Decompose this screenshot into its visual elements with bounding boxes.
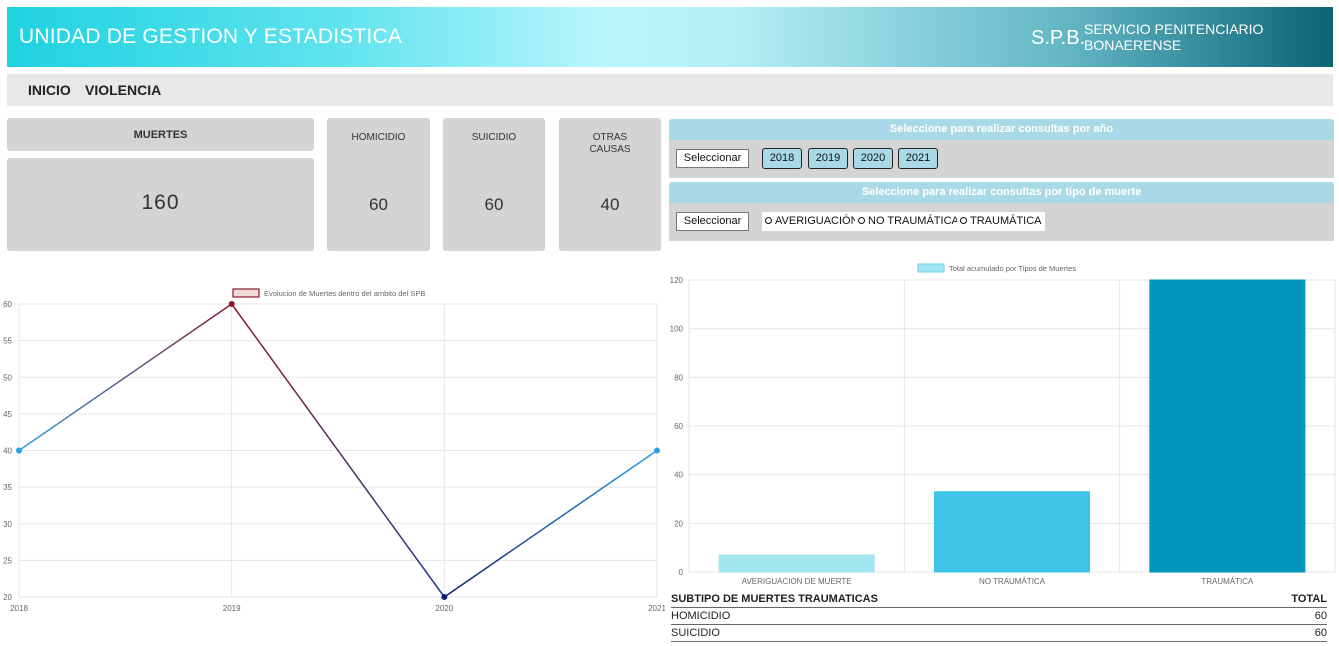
bar	[1149, 279, 1306, 573]
data-point	[16, 447, 22, 454]
bar	[933, 491, 1091, 573]
nav-item-inicio[interactable]: INICIO	[28, 82, 71, 98]
year-button-2020[interactable]: 2020	[853, 148, 893, 169]
type-filter-panel: Seleccionar AVERIGUACIÓN NO TRAUMÁTICA T…	[669, 203, 1334, 241]
x-tick-label: TRAUMÁTICA	[1201, 577, 1254, 586]
year-filter-title: Seleccione para realizar consultas por a…	[669, 119, 1334, 140]
type-select-button[interactable]: Seleccionar	[676, 212, 749, 231]
table-cell-label: SUICIDIO	[671, 627, 720, 639]
otras-causas-card: OTRAS CAUSAS 40	[559, 118, 661, 251]
x-tick-label: 2021	[648, 604, 665, 613]
table-header-row: SUBTIPO DE MUERTES TRAUMATICAS TOTAL	[671, 591, 1327, 608]
table-header-total: TOTAL	[1291, 593, 1327, 605]
x-tick-label: 2019	[223, 604, 241, 613]
year-button-2021[interactable]: 2021	[898, 148, 938, 169]
app-title: UNIDAD DE GESTION Y ESTADISTICA	[19, 25, 403, 48]
x-tick-label: NO TRAUMÁTICA	[979, 577, 1046, 586]
otras-causas-label-line1: OTRAS	[592, 132, 628, 143]
year-button-2019[interactable]: 2019	[808, 148, 848, 169]
type-radio-traumatica[interactable]: TRAUMÁTICA	[957, 212, 1045, 231]
y-tick-label: 30	[3, 520, 12, 529]
otras-causas-label-line2: CAUSAS	[589, 144, 631, 155]
radio-circle-icon	[960, 217, 967, 224]
type-radio-no-traumatica[interactable]: NO TRAUMÁTICA	[855, 212, 962, 231]
deaths-evolution-line-chart: Evolucion de Muertes dentro del ambito d…	[3, 288, 665, 613]
legend-swatch	[232, 288, 260, 298]
radio-circle-icon	[858, 217, 865, 224]
traumatic-subtype-table: SUBTIPO DE MUERTES TRAUMATICAS TOTAL HOM…	[671, 591, 1327, 642]
nav-item-violencia[interactable]: VIOLENCIA	[85, 82, 161, 98]
org-name-line1: SERVICIO PENITENCIARIO	[1084, 21, 1264, 37]
radio-circle-icon	[765, 217, 772, 224]
y-tick-label: 40	[3, 447, 12, 456]
org-name-line2: BONAERENSE	[1084, 37, 1182, 53]
org-name: SERVICIO PENITENCIARIO BONAERENSE	[1084, 21, 1284, 53]
type-radio-averiguacion[interactable]: AVERIGUACIÓN	[762, 212, 862, 231]
type-radio-traumatica-label: TRAUMÁTICA	[970, 215, 1042, 227]
x-tick-label: 2018	[10, 604, 28, 613]
muertes-value: 160	[141, 191, 180, 214]
otras-causas-value: 40	[600, 195, 620, 214]
suicidio-value: 60	[484, 195, 504, 214]
otras-causas-label: OTRAS CAUSAS	[559, 132, 661, 156]
y-tick-label: 20	[3, 593, 12, 602]
year-filter-panel: Seleccionar 2018 2019 2020 2021	[669, 140, 1334, 178]
homicidio-label: HOMICIDIO	[351, 132, 406, 143]
deaths-by-type-bar-chart: Total acumulado por Tipos de Muertes 0 20 4…	[670, 263, 1336, 586]
homicidio-card: HOMICIDIO 60	[327, 118, 430, 251]
y-tick-label: 100	[670, 325, 684, 334]
type-radio-averiguacion-label: AVERIGUACIÓN	[775, 215, 859, 227]
y-tick-label: 60	[3, 300, 12, 309]
muertes-label: MUERTES	[133, 129, 188, 141]
legend-swatch	[917, 263, 945, 273]
data-point	[441, 594, 448, 600]
y-tick-label: 60	[674, 422, 683, 431]
legend-label: Total acumulado por Tipos de Muertes	[949, 264, 1076, 273]
y-tick-label: 20	[674, 519, 683, 528]
x-tick-label: AVERIGUACION DE MUERTE	[742, 577, 852, 586]
y-tick-label: 80	[674, 373, 683, 382]
year-select-button[interactable]: Seleccionar	[676, 149, 749, 168]
table-cell-label: HOMICIDIO	[671, 610, 731, 622]
y-tick-label: 40	[674, 471, 683, 480]
bar	[718, 554, 875, 573]
table-header-subtype: SUBTIPO DE MUERTES TRAUMATICAS	[671, 593, 878, 605]
type-radio-no-traumatica-label: NO TRAUMÁTICA	[868, 215, 959, 227]
header-banner: UNIDAD DE GESTION Y ESTADISTICA S.P.B. S…	[7, 7, 1333, 67]
muertes-label-card: MUERTES	[7, 118, 314, 151]
x-tick-label: 2020	[435, 604, 453, 613]
homicidio-value: 60	[369, 195, 388, 214]
table-cell-total: 60	[1314, 610, 1327, 622]
muertes-value-card: 160	[7, 158, 314, 251]
y-tick-label: 0	[679, 568, 684, 577]
data-point	[228, 301, 235, 307]
y-tick-label: 45	[3, 410, 12, 419]
y-tick-label: 50	[3, 373, 12, 382]
year-button-2018[interactable]: 2018	[762, 148, 802, 169]
suicidio-label: SUICIDIO	[471, 132, 517, 143]
data-point	[654, 447, 660, 454]
y-tick-label: 55	[3, 337, 12, 346]
legend-label: Evolucion de Muertes dentro del ambito d…	[264, 289, 425, 298]
type-filter-title: Seleccione para realizar consultas por t…	[669, 182, 1334, 203]
y-tick-label: 25	[3, 556, 12, 565]
suicidio-card: SUICIDIO 60	[443, 118, 545, 251]
org-abbreviation: S.P.B.	[1031, 27, 1086, 49]
y-tick-label: 35	[3, 483, 12, 492]
navbar: INICIO VIOLENCIA	[7, 74, 1333, 106]
table-row: HOMICIDIO 60	[671, 608, 1327, 625]
table-row: SUICIDIO 60	[671, 625, 1327, 642]
y-tick-label: 120	[670, 276, 684, 285]
table-cell-total: 60	[1314, 627, 1327, 639]
